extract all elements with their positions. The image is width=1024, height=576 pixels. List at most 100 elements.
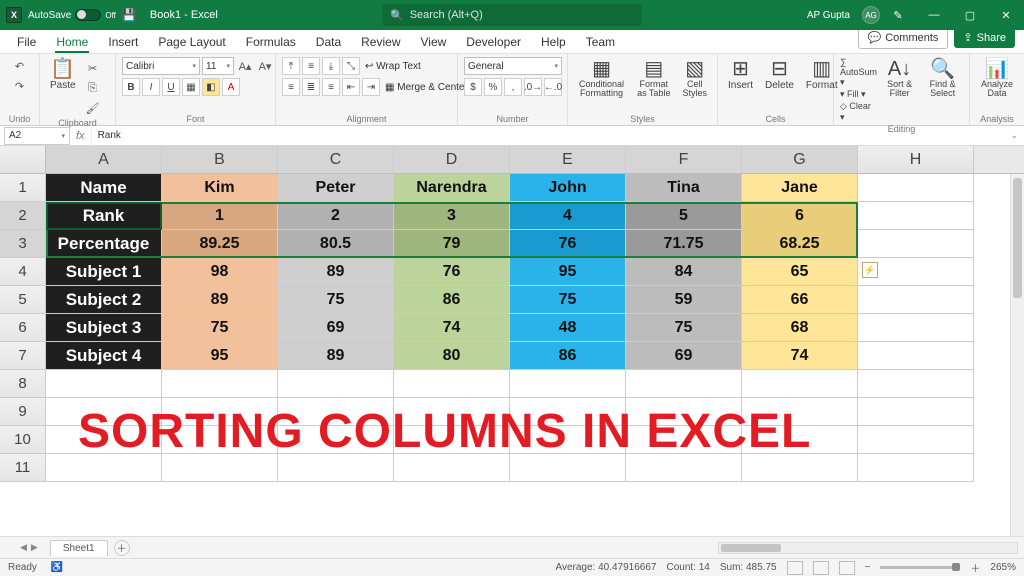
row-header[interactable]: 2 — [0, 202, 46, 230]
cell[interactable] — [46, 370, 162, 398]
decrease-font-icon[interactable]: A▾ — [256, 57, 274, 75]
formula-input[interactable]: Rank — [91, 127, 1011, 145]
cell[interactable]: Peter — [278, 174, 394, 202]
find-select-button[interactable]: 🔍Find & Select — [922, 57, 963, 100]
page-break-view-icon[interactable] — [839, 561, 855, 575]
sort-filter-button[interactable]: A↓Sort & Filter — [881, 57, 918, 100]
cell[interactable]: 68 — [742, 314, 858, 342]
cell[interactable]: 75 — [162, 314, 278, 342]
cell[interactable] — [858, 398, 974, 426]
quick-analysis-icon[interactable]: ⚡ — [862, 262, 878, 278]
save-icon[interactable]: 💾 — [122, 8, 136, 22]
pen-icon[interactable]: ✎ — [880, 0, 916, 30]
cell[interactable]: 98 — [162, 258, 278, 286]
cell[interactable]: 48 — [510, 314, 626, 342]
cell[interactable]: 80.5 — [278, 230, 394, 258]
accessibility-icon[interactable]: ♿ — [51, 562, 63, 573]
restore-button[interactable]: ▢ — [952, 0, 988, 30]
align-left-icon[interactable]: ≡ — [282, 78, 300, 96]
cell[interactable]: 66 — [742, 286, 858, 314]
bold-button[interactable]: B — [122, 78, 140, 96]
cell[interactable]: 89 — [278, 342, 394, 370]
cell[interactable] — [858, 426, 974, 454]
underline-button[interactable]: U — [162, 78, 180, 96]
name-box[interactable]: A2▾ — [4, 127, 70, 145]
col-header[interactable]: F — [626, 146, 742, 173]
cell[interactable]: 75 — [510, 286, 626, 314]
cell[interactable]: 95 — [162, 342, 278, 370]
cell[interactable]: 69 — [626, 342, 742, 370]
zoom-slider[interactable] — [880, 566, 960, 569]
expand-formula-bar-icon[interactable]: ⌄ — [1010, 130, 1018, 141]
borders-button[interactable]: ▦ — [182, 78, 200, 96]
cell-styles-button[interactable]: ▧Cell Styles — [679, 57, 712, 100]
font-color-button[interactable]: A — [222, 78, 240, 96]
cell[interactable]: 3 — [394, 202, 510, 230]
cell[interactable]: 80 — [394, 342, 510, 370]
fx-icon[interactable]: fx — [76, 130, 85, 142]
insert-cells-button[interactable]: ⊞Insert — [724, 57, 757, 93]
cell[interactable]: 5 — [626, 202, 742, 230]
cell[interactable]: Jane — [742, 174, 858, 202]
italic-button[interactable]: I — [142, 78, 160, 96]
align-right-icon[interactable]: ≡ — [322, 78, 340, 96]
cell[interactable]: 89 — [162, 286, 278, 314]
sheet-nav-prev-icon[interactable]: ◀ — [20, 542, 27, 553]
percent-icon[interactable]: % — [484, 78, 502, 96]
tab-insert[interactable]: Insert — [99, 31, 147, 53]
cell[interactable]: 76 — [394, 258, 510, 286]
account-name[interactable]: AP Gupta — [807, 10, 850, 21]
cell[interactable] — [858, 230, 974, 258]
cell[interactable]: Narendra — [394, 174, 510, 202]
fill-button[interactable]: ▾ Fill ▾ — [840, 89, 877, 100]
cell[interactable] — [858, 174, 974, 202]
cell[interactable] — [858, 454, 974, 482]
select-all-corner[interactable] — [0, 146, 46, 173]
sheet-nav-next-icon[interactable]: ▶ — [31, 542, 38, 553]
vertical-scrollbar[interactable] — [1010, 174, 1024, 536]
wrap-text-button[interactable]: ↩ Wrap Text — [362, 57, 440, 75]
cell[interactable] — [858, 342, 974, 370]
cell[interactable]: 6 — [742, 202, 858, 230]
cell[interactable] — [626, 370, 742, 398]
cell[interactable]: 2 — [278, 202, 394, 230]
cell[interactable]: 69 — [278, 314, 394, 342]
increase-font-icon[interactable]: A▴ — [236, 57, 254, 75]
cell[interactable]: 74 — [394, 314, 510, 342]
font-size-combo[interactable]: 11▾ — [202, 57, 234, 75]
align-top-icon[interactable]: ⤒ — [282, 57, 300, 75]
font-name-combo[interactable]: Calibri▾ — [122, 57, 200, 75]
comma-icon[interactable]: , — [504, 78, 522, 96]
account-avatar[interactable]: AG — [862, 6, 880, 24]
copy-icon[interactable]: ⎘ — [84, 79, 102, 97]
cell[interactable]: Subject 1 — [46, 258, 162, 286]
decrease-decimal-icon[interactable]: ←.0 — [544, 78, 562, 96]
row-header[interactable]: 8 — [0, 370, 46, 398]
clear-button[interactable]: ◇ Clear ▾ — [840, 101, 877, 123]
share-button[interactable]: ⇪ Share — [954, 27, 1015, 48]
redo-icon[interactable]: ↷ — [11, 77, 29, 95]
col-header[interactable]: A — [46, 146, 162, 173]
tab-page-layout[interactable]: Page Layout — [149, 31, 234, 53]
cell[interactable]: Subject 4 — [46, 342, 162, 370]
cell[interactable] — [858, 370, 974, 398]
worksheet-grid[interactable]: A B C D E F G H 1 Name Kim Peter Narendr… — [0, 146, 1024, 536]
row-header[interactable]: 3 — [0, 230, 46, 258]
format-as-table-button[interactable]: ▤Format as Table — [633, 57, 674, 100]
cell[interactable]: 79 — [394, 230, 510, 258]
undo-icon[interactable]: ↶ — [11, 57, 29, 75]
conditional-formatting-button[interactable]: ▦Conditional Formatting — [574, 57, 629, 100]
fill-color-button[interactable]: ◧ — [202, 78, 220, 96]
cell[interactable]: 75 — [278, 286, 394, 314]
row-header[interactable]: 9 — [0, 398, 46, 426]
page-layout-view-icon[interactable] — [813, 561, 829, 575]
cell[interactable]: 84 — [626, 258, 742, 286]
tab-formulas[interactable]: Formulas — [237, 31, 305, 53]
cell[interactable] — [394, 370, 510, 398]
cell[interactable] — [858, 286, 974, 314]
format-painter-icon[interactable]: 🖌 — [84, 99, 102, 117]
sheet-tab[interactable]: Sheet1 — [50, 540, 108, 556]
tab-view[interactable]: View — [412, 31, 456, 53]
tab-developer[interactable]: Developer — [457, 31, 530, 53]
decrease-indent-icon[interactable]: ⇤ — [342, 78, 360, 96]
